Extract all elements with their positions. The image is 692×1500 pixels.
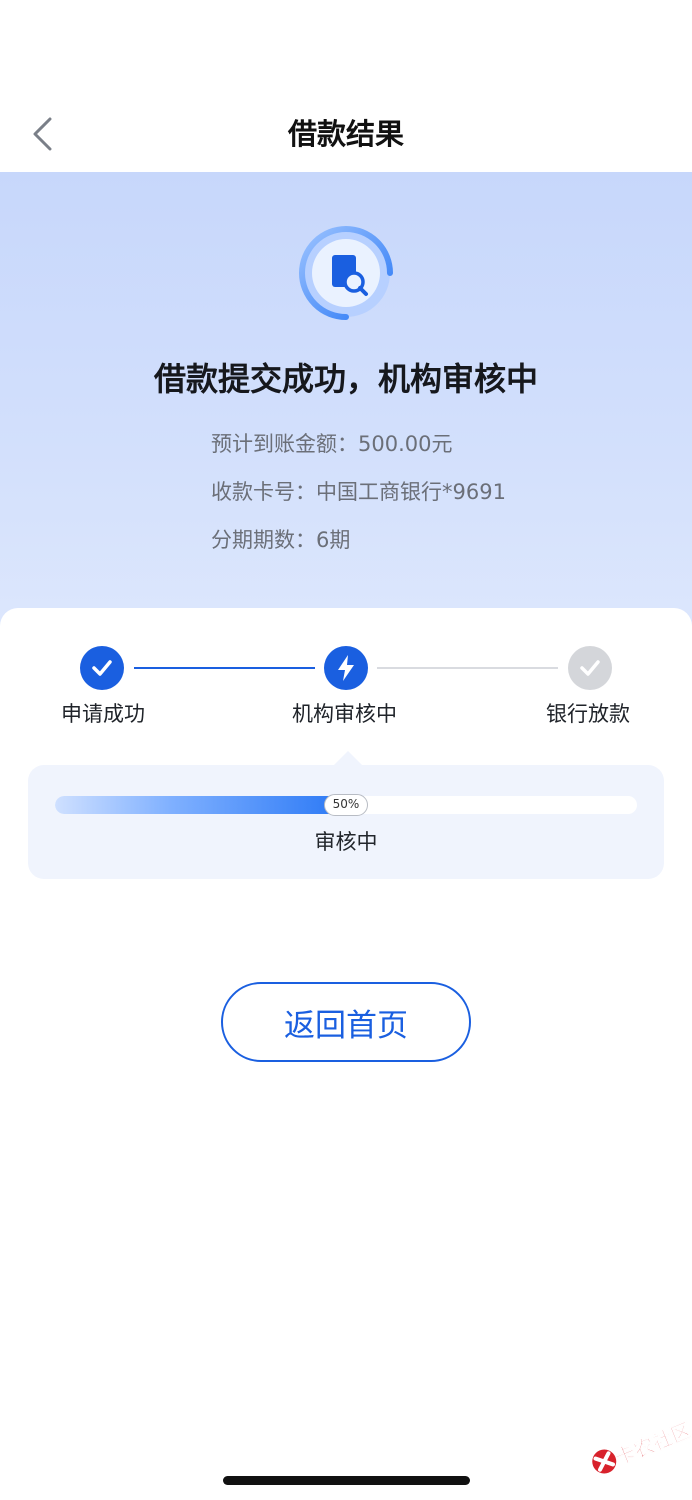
step-connector-done <box>134 667 315 669</box>
bank-card-label: 收款卡号： <box>211 480 316 504</box>
progress-percent-badge: 50% <box>324 794 368 816</box>
bank-card-value: 中国工商银行*9691 <box>316 480 506 504</box>
review-progress-panel <box>28 765 664 879</box>
arrival-amount-row: 预计到账金额：500.00元 <box>211 428 452 460</box>
navigation-bar: 借款结果 <box>0 0 692 172</box>
arrival-amount-value: 500.00元 <box>358 432 453 456</box>
step-connector-pending <box>377 667 558 669</box>
result-headline: 借款提交成功，机构审核中 <box>153 360 538 398</box>
arrival-amount-label: 预计到账金额： <box>211 432 358 456</box>
step-applied-circle <box>80 646 124 690</box>
step-reviewing-label: 机构审核中 <box>292 702 397 726</box>
step-reviewing-circle <box>324 646 368 690</box>
review-status-text: 审核中 <box>314 830 378 854</box>
step-applied-label: 申请成功 <box>61 702 145 726</box>
progress-fill <box>55 796 346 814</box>
panel-pointer <box>334 751 362 765</box>
page-title: 借款结果 <box>287 117 404 151</box>
bank-card-row: 收款卡号：中国工商银行*9691 <box>211 476 506 508</box>
check-icon <box>92 660 112 676</box>
step-disbursement-circle <box>568 646 612 690</box>
installments-value: 6期 <box>316 528 351 552</box>
watermark-text: 卡农社区 <box>611 1417 692 1470</box>
lightning-icon <box>338 655 354 681</box>
installments-label: 分期期数： <box>211 528 316 552</box>
back-to-home-button[interactable]: 返回首页 <box>221 982 471 1062</box>
document-search-icon <box>299 226 393 320</box>
installments-row: 分期期数：6期 <box>211 524 350 556</box>
step-disbursement-label: 银行放款 <box>546 702 630 726</box>
check-icon <box>580 660 600 676</box>
home-indicator <box>223 1476 470 1485</box>
